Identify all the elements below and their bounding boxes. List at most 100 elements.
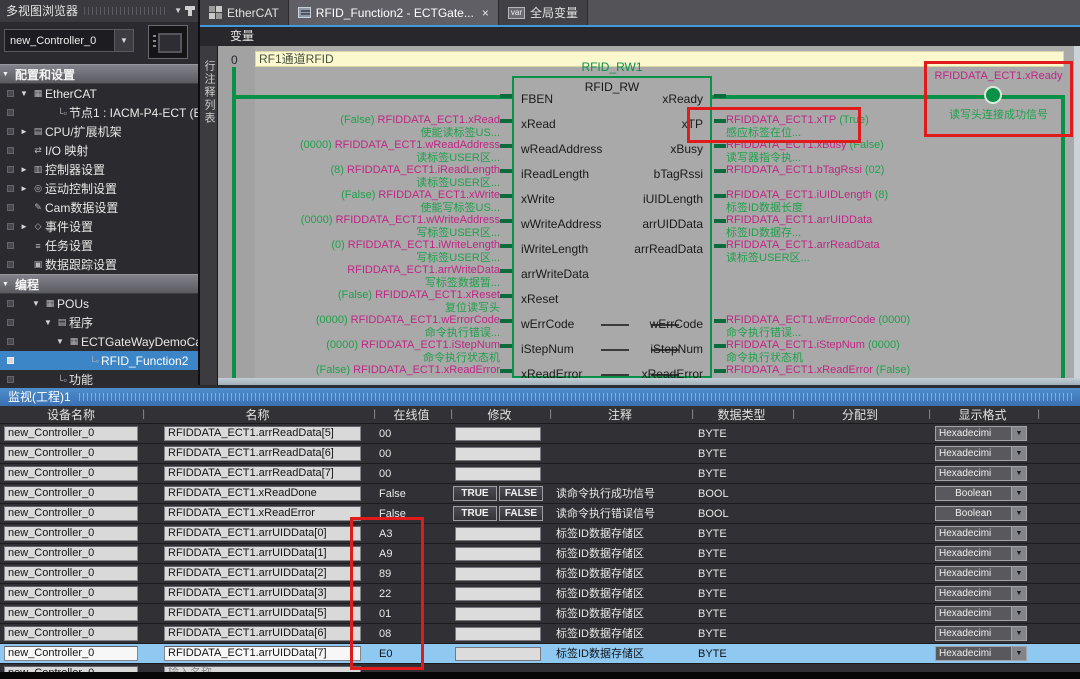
watch-table-row[interactable]: new_Controller_0 RFIDDATA_ECT1.arrUIDDat… bbox=[0, 644, 1080, 664]
watch-table-row[interactable]: new_Controller_0 RFIDDATA_ECT1.xReadDone… bbox=[0, 484, 1080, 504]
variable-name[interactable]: RFIDDATA_ECT1.iStepNum bbox=[361, 339, 500, 351]
variable-name[interactable]: RFIDDATA_ECT1.iUIDLength bbox=[726, 189, 872, 201]
fb-output-pin[interactable] bbox=[521, 287, 703, 312]
display-format-dropdown[interactable]: Hexadecimi ▼ bbox=[935, 446, 1027, 461]
watch-table-row[interactable]: new_Controller_0 RFIDDATA_ECT1.arrReadDa… bbox=[0, 464, 1080, 484]
col-name[interactable]: 名称 bbox=[142, 406, 373, 423]
fb-output-pin[interactable]: iUIDLength bbox=[521, 187, 703, 212]
variable-name[interactable]: RFIDDATA_ECT1.arrWriteData bbox=[347, 264, 500, 276]
fb-output-var-row[interactable]: RFIDDATA_ECT1.arrUIDData 标签ID数据存... bbox=[726, 214, 1062, 239]
fb-input-var-row[interactable]: (0000)RFIDDATA_ECT1.iStepNum 命令执行状态机 bbox=[218, 339, 500, 364]
col-assigned-to[interactable]: 分配到 bbox=[792, 406, 928, 423]
sidebar-tree-item[interactable]: ► ▥ 控制器设置 bbox=[0, 160, 198, 179]
display-format-dropdown[interactable]: Hexadecimi ▼ bbox=[935, 526, 1027, 541]
chevron-down-icon[interactable]: ▼ bbox=[1011, 427, 1026, 440]
variable-name[interactable]: RFIDDATA_ECT1.wReadAddress bbox=[335, 139, 500, 151]
name-cell[interactable]: RFIDDATA_ECT1.xReadError bbox=[164, 506, 361, 521]
device-cell[interactable]: new_Controller_0 bbox=[4, 586, 138, 601]
display-format-dropdown[interactable]: Hexadecimi ▼ bbox=[935, 586, 1027, 601]
fb-input-var-row[interactable] bbox=[218, 89, 500, 114]
chevron-down-icon[interactable]: ▼ bbox=[1011, 647, 1026, 660]
sidebar-tree-item[interactable]: ► ▤ CPU/扩展机架 bbox=[0, 122, 198, 141]
display-format-dropdown[interactable]: Hexadecimi ▼ bbox=[935, 466, 1027, 481]
multiview-explorer-titlebar[interactable]: 多视图浏览器 ▼ bbox=[0, 0, 198, 22]
expand-arrow-icon[interactable]: ▼ bbox=[44, 318, 55, 327]
display-format-dropdown[interactable]: Hexadecimi ▼ bbox=[935, 566, 1027, 581]
fb-output-pin[interactable]: arrUIDData bbox=[521, 212, 703, 237]
chevron-down-icon[interactable]: ▼ bbox=[1011, 507, 1026, 520]
chevron-down-icon[interactable]: ▼ bbox=[1011, 547, 1026, 560]
fb-output-pin[interactable]: arrReadData bbox=[521, 237, 703, 262]
controller-select[interactable]: new_Controller_0 ▼ bbox=[4, 29, 134, 52]
modify-input[interactable] bbox=[455, 527, 541, 541]
chevron-down-icon[interactable]: ▼ bbox=[1011, 587, 1026, 600]
fb-input-var-row[interactable]: (False)RFIDDATA_ECT1.xReset 复位读写头 bbox=[218, 289, 500, 314]
variable-name[interactable]: RFIDDATA_ECT1.xReset bbox=[375, 289, 500, 301]
fb-input-var-row[interactable]: (False)RFIDDATA_ECT1.xRead 使能读标签US... bbox=[218, 114, 500, 139]
variable-name[interactable]: RFIDDATA_ECT1.iStepNum bbox=[726, 339, 865, 351]
sidebar-tree-item[interactable]: └▫ 功能 bbox=[0, 370, 198, 385]
rfid-rw-function-block[interactable]: RFID_RW FBEN xRead wReadAddress iReadLen… bbox=[512, 76, 712, 378]
expand-arrow-icon[interactable]: ▼ bbox=[32, 299, 43, 308]
device-cell[interactable]: new_Controller_0 bbox=[4, 566, 138, 581]
fb-output-var-row[interactable]: RFIDDATA_ECT1.iStepNum(0000) 命令执行状态机 bbox=[726, 339, 1062, 364]
fb-input-var-row[interactable]: (False)RFIDDATA_ECT1.xReadError bbox=[218, 364, 500, 378]
watch-table-row[interactable]: new_Controller_0 RFIDDATA_ECT1.arrUIDDat… bbox=[0, 544, 1080, 564]
sidebar-tree-item[interactable]: ▼ ▦ ECTGateWayDemoCall bbox=[0, 332, 198, 351]
sidebar-tree-item[interactable]: └▫ RFID_Function2 bbox=[0, 351, 198, 370]
display-format-dropdown[interactable]: Hexadecimi ▼ bbox=[935, 626, 1027, 641]
device-cell[interactable]: new_Controller_0 bbox=[4, 506, 138, 521]
modify-input[interactable] bbox=[455, 567, 541, 581]
name-cell[interactable]: RFIDDATA_ECT1.arrUIDData[2] bbox=[164, 566, 361, 581]
variable-name[interactable]: RFIDDATA_ECT1.iReadLength bbox=[347, 164, 500, 176]
name-cell[interactable]: RFIDDATA_ECT1.arrUIDData[7] bbox=[164, 646, 361, 661]
watch-table-row[interactable]: new_Controller_0 RFIDDATA_ECT1.arrUIDDat… bbox=[0, 624, 1080, 644]
col-device-name[interactable]: 设备名称 bbox=[0, 406, 142, 423]
chevron-down-icon[interactable]: ▼ bbox=[1011, 527, 1026, 540]
sidebar-tree-item[interactable]: ✎ Cam数据设置 bbox=[0, 198, 198, 217]
fb-input-var-row[interactable]: (0000)RFIDDATA_ECT1.wErrorCode 命令执行错误... bbox=[218, 314, 500, 339]
fb-output-var-row[interactable]: RFIDDATA_ECT1.bTagRssi(02) bbox=[726, 164, 1062, 189]
device-cell[interactable]: new_Controller_0 bbox=[4, 526, 138, 541]
display-format-dropdown[interactable]: Hexadecimi ▼ bbox=[935, 546, 1027, 561]
expand-arrow-icon[interactable]: ► bbox=[20, 127, 31, 136]
col-comment[interactable]: 注释 bbox=[549, 406, 691, 423]
fb-output-pin[interactable] bbox=[521, 262, 703, 287]
col-display-format[interactable]: 显示格式 bbox=[928, 406, 1037, 423]
fb-output-var-row[interactable]: RFIDDATA_ECT1.wErrorCode(0000) 命令执行错误... bbox=[726, 314, 1062, 339]
modify-input[interactable] bbox=[455, 607, 541, 621]
tab-global-variables[interactable]: var 全局变量 bbox=[499, 0, 588, 25]
device-cell[interactable]: new_Controller_0 bbox=[4, 626, 138, 641]
name-cell[interactable]: RFIDDATA_ECT1.arrReadData[5] bbox=[164, 426, 361, 441]
chevron-down-icon[interactable]: ▼ bbox=[1011, 607, 1026, 620]
chevron-down-icon[interactable]: ▼ bbox=[1011, 447, 1026, 460]
false-button[interactable]: FALSE bbox=[499, 486, 543, 501]
variable-name[interactable]: RFIDDATA_ECT1.wWriteAddress bbox=[336, 214, 500, 226]
variable-name[interactable]: RFIDDATA_ECT1.wErrorCode bbox=[726, 314, 875, 326]
name-cell[interactable]: RFIDDATA_ECT1.arrReadData[7] bbox=[164, 466, 361, 481]
close-icon[interactable]: × bbox=[482, 6, 489, 20]
name-cell[interactable]: RFIDDATA_ECT1.xReadDone bbox=[164, 486, 361, 501]
display-format-dropdown[interactable]: Hexadecimi ▼ bbox=[935, 426, 1027, 441]
sidebar-tree-item[interactable]: ▼ ▦ POUs bbox=[0, 294, 198, 313]
expand-arrow-icon[interactable]: ▼ bbox=[56, 337, 67, 346]
modify-input[interactable] bbox=[455, 447, 541, 461]
name-cell[interactable]: RFIDDATA_ECT1.arrReadData[6] bbox=[164, 446, 361, 461]
watch-new-row[interactable]: new_Controller_0 输入名称 bbox=[0, 664, 1080, 672]
fb-output-pin[interactable]: xReady bbox=[521, 87, 703, 112]
fb-input-var-row[interactable]: (0000)RFIDDATA_ECT1.wWriteAddress 写标签USE… bbox=[218, 214, 500, 239]
sidebar-tree-item[interactable]: ⇄ I/O 映射 bbox=[0, 141, 198, 160]
variable-name[interactable]: RFIDDATA_ECT1.bTagRssi bbox=[726, 164, 862, 176]
sidebar-tree-item[interactable]: ▣ 数据跟踪设置 bbox=[0, 255, 198, 274]
watch-table-row[interactable]: new_Controller_0 RFIDDATA_ECT1.arrUIDDat… bbox=[0, 524, 1080, 544]
variable-name[interactable]: RFIDDATA_ECT1.xReadError bbox=[726, 364, 873, 376]
fb-output-pin[interactable]: iStepNum bbox=[521, 337, 703, 362]
fb-input-var-row[interactable]: RFIDDATA_ECT1.arrWriteData 写标签数据暂... bbox=[218, 264, 500, 289]
chevron-down-icon[interactable]: ▼ bbox=[1011, 487, 1026, 500]
expand-arrow-icon[interactable]: ► bbox=[20, 184, 31, 193]
row-comment-list-tab[interactable]: 行注释列表 bbox=[200, 46, 218, 385]
expand-arrow-icon[interactable]: ► bbox=[20, 222, 31, 231]
watch-table-row[interactable]: new_Controller_0 RFIDDATA_ECT1.xReadErro… bbox=[0, 504, 1080, 524]
name-cell[interactable]: RFIDDATA_ECT1.arrUIDData[0] bbox=[164, 526, 361, 541]
modify-input[interactable] bbox=[455, 547, 541, 561]
